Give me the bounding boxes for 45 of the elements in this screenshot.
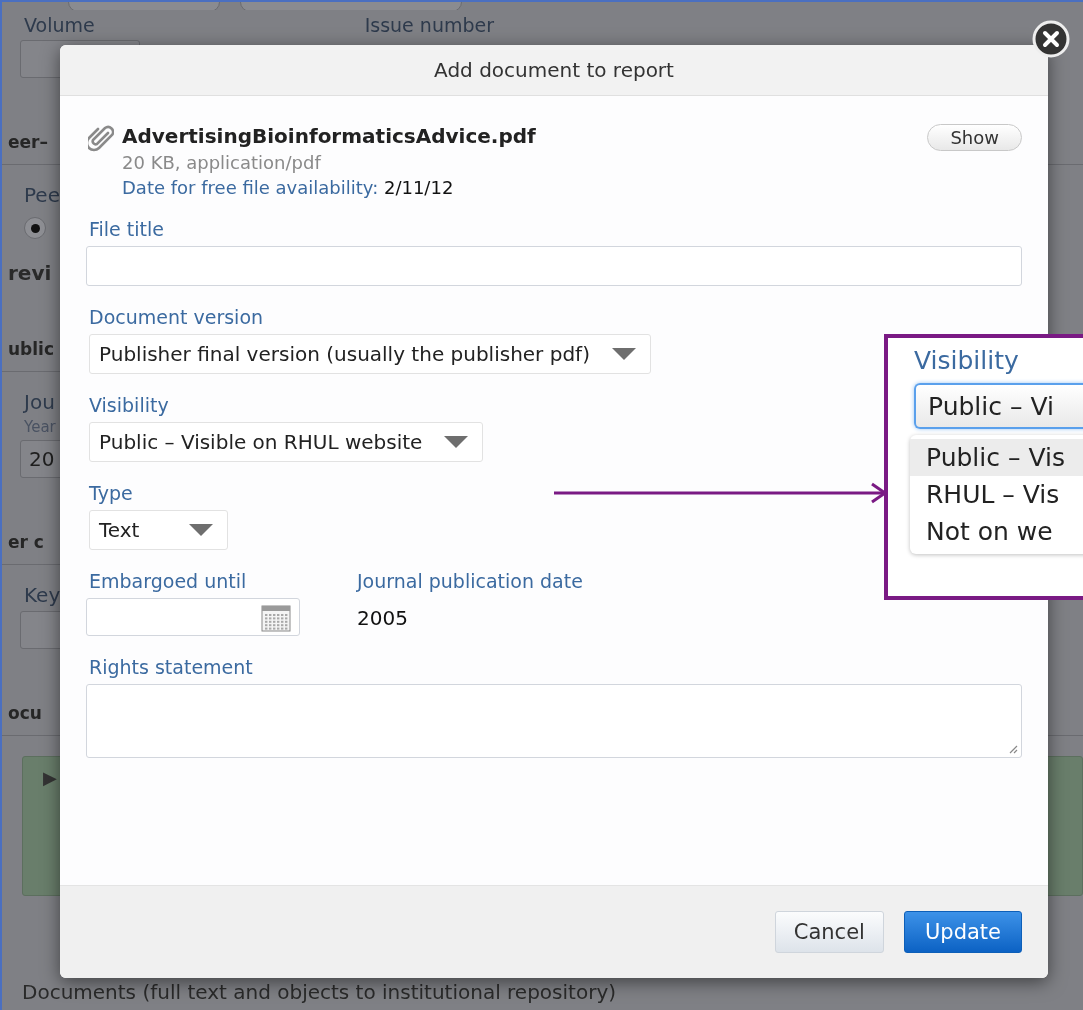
field-label: Key: [24, 583, 61, 607]
field-label: Document version: [89, 306, 264, 328]
dropdown[interactable]: Public – Vi: [914, 383, 1083, 429]
dropdown-option[interactable]: RHUL – Vis: [910, 476, 1083, 513]
dropdown-option[interactable]: Not on we: [910, 513, 1083, 550]
dropdown[interactable]: Publisher final version (usually the publisher pdf): [89, 334, 651, 374]
input-field[interactable]: [86, 246, 1022, 286]
field-label: Rights statement: [89, 656, 253, 678]
availability-text: Date for free file availability: 2/11/12: [122, 177, 454, 198]
update-button[interactable]: Update: [903, 911, 1022, 953]
field-label: Type: [89, 482, 133, 504]
paperclip-icon: [88, 124, 114, 152]
caret-icon: [189, 524, 214, 536]
dropdown[interactable]: Text: [89, 510, 229, 550]
field-value: 2005: [357, 606, 408, 630]
cancel-button[interactable]: Cancel: [774, 911, 884, 953]
field-label: Volume: [24, 14, 95, 36]
caret-icon: [611, 348, 636, 360]
field-label: Visibility: [89, 394, 169, 416]
caret-icon: [444, 436, 469, 448]
section-heading: eer–: [8, 132, 48, 152]
date-field[interactable]: [86, 598, 300, 636]
file-info: 20 KB, application/pdf: [122, 152, 321, 173]
option-label: revi: [8, 261, 52, 285]
section-heading: ocu: [8, 703, 42, 723]
field-label: Embargoed until: [89, 570, 247, 592]
section-text: Documents (full text and objects to institutional repository): [22, 980, 617, 1004]
file-name: AdvertisingBioinformaticsAdvice.pdf: [122, 124, 536, 148]
field-label: Issue number: [364, 14, 494, 36]
section-heading: ublic: [8, 339, 54, 359]
field-label: Pee: [24, 183, 60, 207]
text-area[interactable]: [86, 684, 1022, 758]
radio-button[interactable]: [24, 217, 46, 239]
section-heading: er c: [8, 532, 44, 552]
field-label: Visibility: [914, 346, 1019, 375]
field-label: Journal publication date: [357, 570, 583, 592]
calendar-icon[interactable]: [261, 602, 291, 632]
close-icon[interactable]: [1032, 20, 1070, 58]
dropdown-option[interactable]: Public – Vis: [910, 439, 1083, 476]
dropdown[interactable]: Public – Visible on RHUL website: [89, 422, 484, 462]
field-label: Jou: [24, 390, 55, 414]
show-button[interactable]: Show: [927, 124, 1022, 151]
resize-grip-icon[interactable]: [1008, 744, 1018, 754]
dialog-title: Add document to report: [434, 58, 674, 82]
field-label: File title: [89, 218, 164, 240]
